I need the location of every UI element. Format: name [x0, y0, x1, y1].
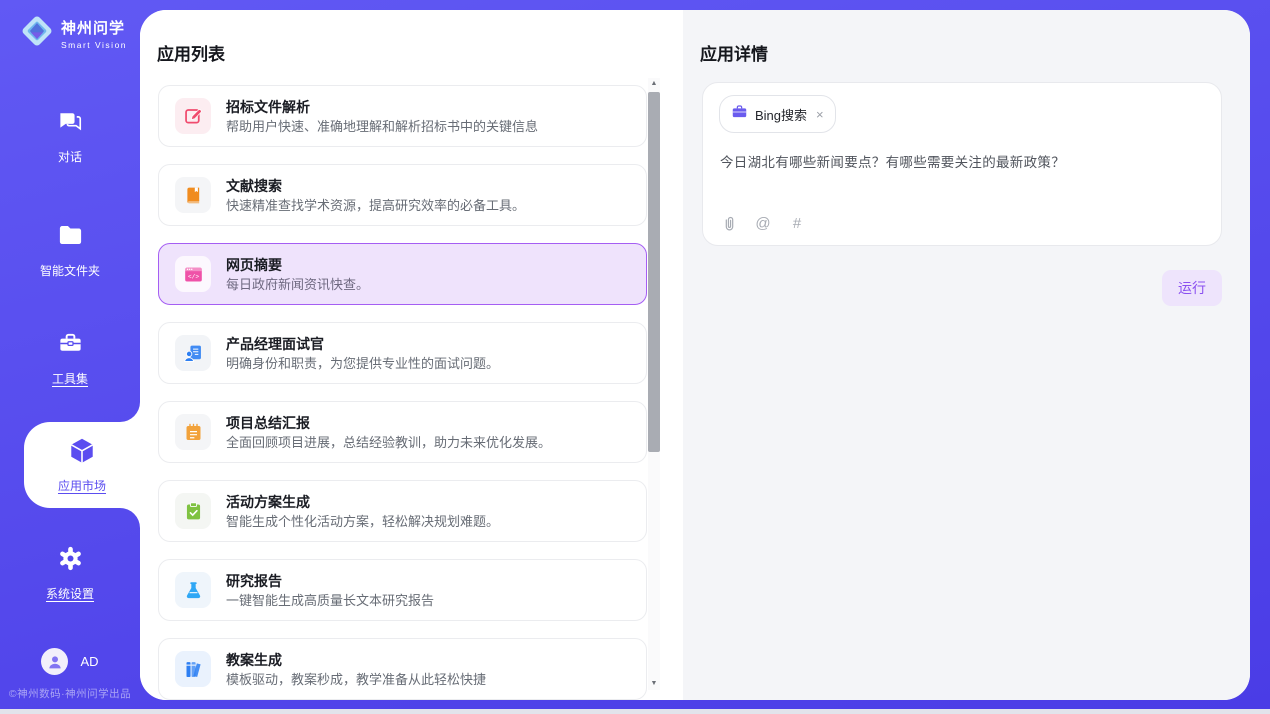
- blob-top-fillet: [120, 402, 140, 422]
- app-card-desc: 帮助用户快速、准确地理解和解析招标书中的关键信息: [226, 120, 538, 133]
- app-card-desc: 快速精准查找学术资源，提高研究效率的必备工具。: [226, 199, 525, 212]
- app-card-desc: 智能生成个性化活动方案，轻松解决规划难题。: [226, 515, 499, 528]
- briefcase-icon: [731, 103, 748, 125]
- browser-code-icon: </>: [175, 256, 211, 292]
- hash-icon[interactable]: #: [788, 214, 806, 232]
- flask-icon: [175, 572, 211, 608]
- tool-chip-label: Bing搜索: [755, 105, 807, 124]
- sidebar-item-label: 智能文件夹: [40, 262, 100, 279]
- user-name: AD: [80, 654, 98, 669]
- query-text[interactable]: 今日湖北有哪些新闻要点？有哪些需要关注的最新政策？: [720, 151, 1205, 171]
- tool-chip-bing-search[interactable]: Bing搜索 ×: [719, 95, 836, 133]
- user-account[interactable]: AD: [0, 648, 140, 675]
- logo-title: 神州问学: [61, 17, 127, 38]
- scrollbar-thumb[interactable]: [648, 92, 660, 452]
- copyright-footer: ©神州数码·神州问学出品: [0, 686, 140, 701]
- run-button[interactable]: 运行: [1162, 270, 1222, 306]
- logo-diamond-icon: [20, 14, 54, 53]
- app-card-title: 文献搜索: [226, 179, 525, 193]
- app-card-title: 项目总结汇报: [226, 416, 551, 430]
- bottom-edge-strip: [0, 709, 1270, 714]
- chip-close-icon[interactable]: ×: [816, 107, 824, 122]
- avatar: [41, 648, 68, 675]
- app-card-title: 产品经理面试官: [226, 337, 499, 351]
- app-card-desc: 一键智能生成高质量长文本研究报告: [226, 594, 434, 607]
- sidebar-item-chat[interactable]: 对话: [0, 108, 140, 165]
- app-card-title: 研究报告: [226, 574, 434, 588]
- app-card-title: 网页摘要: [226, 258, 369, 272]
- app-logo: 神州问学 Smart Vision: [20, 14, 127, 53]
- interviewer-icon: [175, 335, 211, 371]
- app-card-pm-interviewer[interactable]: 产品经理面试官明确身份和职责，为您提供专业性的面试问题。: [158, 322, 647, 384]
- cube-icon: [67, 436, 97, 471]
- app-card-desc: 模板驱动，教案秒成，教学准备从此轻松快捷: [226, 673, 486, 686]
- content-area: 应用列表 招标文件解析帮助用户快速、准确地理解和解析招标书中的关键信息文献搜索快…: [140, 10, 1250, 700]
- app-list-panel: 应用列表 招标文件解析帮助用户快速、准确地理解和解析招标书中的关键信息文献搜索快…: [140, 10, 683, 700]
- app-card-research-report[interactable]: 研究报告一键智能生成高质量长文本研究报告: [158, 559, 647, 621]
- app-card-title: 活动方案生成: [226, 495, 499, 509]
- clipboard-check-icon: [175, 493, 211, 529]
- notepad-icon: [175, 414, 211, 450]
- app-card-desc: 每日政府新闻资讯快查。: [226, 278, 369, 291]
- app-card-desc: 全面回顾项目进展，总结经验教训，助力未来优化发展。: [226, 436, 551, 449]
- app-card-title: 招标文件解析: [226, 100, 538, 114]
- app-card-list: 招标文件解析帮助用户快速、准确地理解和解析招标书中的关键信息文献搜索快速精准查找…: [158, 85, 647, 700]
- attachment-toolbar: @#: [720, 214, 806, 232]
- edit-square-icon: [175, 98, 211, 134]
- scroll-up-icon[interactable]: ▲: [648, 78, 660, 90]
- app-card-desc: 明确身份和职责，为您提供专业性的面试问题。: [226, 357, 499, 370]
- sidebar-item-label: 工具集: [52, 370, 88, 387]
- svg-text:</>: </>: [188, 273, 199, 280]
- sidebar-item-system-settings[interactable]: 系统设置: [0, 545, 140, 602]
- gear-icon: [57, 545, 84, 577]
- sidebar-item-label: 应用市场: [58, 477, 106, 494]
- app-detail-panel: 应用详情 Bing搜索 × 今日湖北有哪些新闻要点？有哪些需要关注的最新政策？ …: [683, 10, 1250, 700]
- app-card-literature-search[interactable]: 文献搜索快速精准查找学术资源，提高研究效率的必备工具。: [158, 164, 647, 226]
- at-icon[interactable]: @: [754, 214, 772, 232]
- sidebar-item-label: 对话: [58, 148, 82, 165]
- list-scrollbar[interactable]: ▲ ▼: [648, 78, 660, 690]
- app-list-title: 应用列表: [157, 40, 225, 65]
- books-icon: [175, 651, 211, 687]
- app-card-event-plan-generation[interactable]: 活动方案生成智能生成个性化活动方案，轻松解决规划难题。: [158, 480, 647, 542]
- sidebar-item-toolset[interactable]: 工具集: [0, 330, 140, 387]
- sidebar-item-app-market[interactable]: 应用市场: [24, 422, 140, 508]
- paperclip-icon[interactable]: [720, 214, 738, 232]
- app-detail-title: 应用详情: [700, 40, 768, 65]
- app-card-title: 教案生成: [226, 653, 486, 667]
- sidebar: 神州问学 Smart Vision 对话智能文件夹工具集应用市场系统设置 AD …: [0, 0, 140, 709]
- app-card-lesson-plan-generation[interactable]: 教案生成模板驱动，教案秒成，教学准备从此轻松快捷: [158, 638, 647, 700]
- query-input[interactable]: Bing搜索 × 今日湖北有哪些新闻要点？有哪些需要关注的最新政策？ @#: [702, 82, 1222, 246]
- folder-icon: [57, 222, 84, 254]
- sidebar-item-label: 系统设置: [46, 585, 94, 602]
- toolbox-icon: [57, 330, 84, 362]
- logo-subtitle: Smart Vision: [61, 40, 127, 50]
- scroll-down-icon[interactable]: ▼: [648, 678, 660, 690]
- book-icon: [175, 177, 211, 213]
- app-card-bid-document-parsing[interactable]: 招标文件解析帮助用户快速、准确地理解和解析招标书中的关键信息: [158, 85, 647, 147]
- blob-bottom-fillet: [120, 508, 140, 528]
- sidebar-item-smart-folder[interactable]: 智能文件夹: [0, 222, 140, 279]
- app-card-web-summary[interactable]: </> 网页摘要每日政府新闻资讯快查。: [158, 243, 647, 305]
- app-window: 神州问学 Smart Vision 对话智能文件夹工具集应用市场系统设置 AD …: [0, 0, 1270, 714]
- app-card-project-summary-report[interactable]: 项目总结汇报全面回顾项目进展，总结经验教训，助力未来优化发展。: [158, 401, 647, 463]
- chat-icon: [57, 108, 84, 140]
